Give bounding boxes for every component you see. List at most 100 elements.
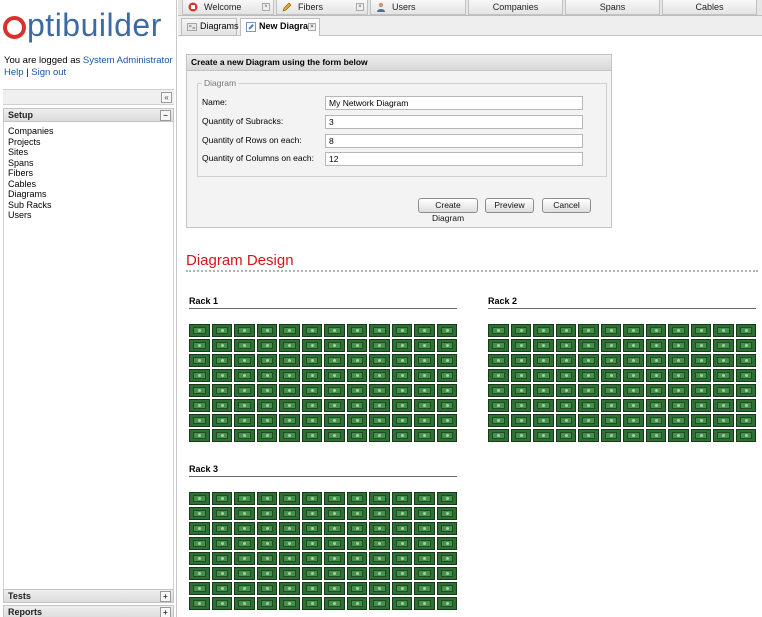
sidebar-item-sites[interactable]: Sites [8,147,173,158]
subrack-slot[interactable] [436,507,457,520]
subrack-slot[interactable] [234,354,255,367]
subrack-slot[interactable] [189,399,210,412]
subrack-slot[interactable] [279,429,300,442]
subrack-slot[interactable] [324,429,345,442]
subrack-slot[interactable] [189,552,210,565]
subrack-slot[interactable] [600,339,621,352]
subrack-slot[interactable] [211,399,232,412]
subrack-slot[interactable] [690,414,711,427]
subrack-slot[interactable] [488,369,509,382]
subrack-slot[interactable] [234,369,255,382]
subrack-slot[interactable] [414,354,435,367]
subrack-slot[interactable] [211,582,232,595]
subrack-slot[interactable] [211,414,232,427]
subrack-slot[interactable] [301,429,322,442]
subrack-slot[interactable] [668,384,689,397]
subrack-slot[interactable] [279,552,300,565]
sidebar-item-projects[interactable]: Projects [8,137,173,148]
subrack-slot[interactable] [555,339,576,352]
subrack-slot[interactable] [414,522,435,535]
subrack-slot[interactable] [346,492,367,505]
subrack-slot[interactable] [301,399,322,412]
subrack-slot[interactable] [189,414,210,427]
tab-spans[interactable]: Spans [565,0,660,15]
subrack-slot[interactable] [324,537,345,550]
subrack-slot[interactable] [533,354,554,367]
subrack-slot[interactable] [414,369,435,382]
subrack-slot[interactable] [436,429,457,442]
subrack-slot[interactable] [436,354,457,367]
subrack-slot[interactable] [414,384,435,397]
sidebar-item-spans[interactable]: Spans [8,158,173,169]
subrack-slot[interactable] [436,324,457,337]
subrack-slot[interactable] [346,537,367,550]
subrack-slot[interactable] [488,399,509,412]
subrack-slot[interactable] [369,552,390,565]
subrack-slot[interactable] [414,507,435,520]
subrack-slot[interactable] [645,339,666,352]
subrack-slot[interactable] [211,552,232,565]
subrack-slot[interactable] [735,339,756,352]
subrack-slot[interactable] [301,492,322,505]
subrack-slot[interactable] [436,414,457,427]
subrack-slot[interactable] [369,369,390,382]
subrack-slot[interactable] [436,369,457,382]
subrack-slot[interactable] [234,339,255,352]
subrack-slot[interactable] [189,567,210,580]
subrack-slot[interactable] [488,414,509,427]
subrack-slot[interactable] [623,414,644,427]
subrack-slot[interactable] [555,429,576,442]
subrack-slot[interactable] [369,492,390,505]
subrack-slot[interactable] [189,492,210,505]
subrack-slot[interactable] [256,522,277,535]
sidebar-item-fibers[interactable]: Fibers [8,168,173,179]
subrack-slot[interactable] [234,597,255,610]
subrack-slot[interactable] [234,507,255,520]
subrack-slot[interactable] [713,354,734,367]
subrack-slot[interactable] [578,354,599,367]
subtab-diagrams[interactable]: Diagrams [181,18,239,35]
subrack-slot[interactable] [324,324,345,337]
subrack-slot[interactable] [256,369,277,382]
subrack-slot[interactable] [623,324,644,337]
subrack-slot[interactable] [668,339,689,352]
subrack-slot[interactable] [713,324,734,337]
subrack-slot[interactable] [189,522,210,535]
subrack-slot[interactable] [211,354,232,367]
subrack-slot[interactable] [555,414,576,427]
subrack-slot[interactable] [256,507,277,520]
subrack-slot[interactable] [189,354,210,367]
subrack-slot[interactable] [211,507,232,520]
subrack-slot[interactable] [690,369,711,382]
subrack-slot[interactable] [369,567,390,580]
subrack-slot[interactable] [645,324,666,337]
subrack-slot[interactable] [324,414,345,427]
subrack-slot[interactable] [600,324,621,337]
subrack-slot[interactable] [301,507,322,520]
sidebar-item-cables[interactable]: Cables [8,179,173,190]
tab-companies[interactable]: Companies [468,0,563,15]
subrack-slot[interactable] [256,567,277,580]
subrack-slot[interactable] [555,369,576,382]
subrack-slot[interactable] [346,582,367,595]
subrack-slot[interactable] [324,507,345,520]
subrack-slot[interactable] [436,339,457,352]
subrack-slot[interactable] [256,414,277,427]
subrack-slot[interactable] [189,429,210,442]
subrack-slot[interactable] [436,399,457,412]
sidebar-item-diagrams[interactable]: Diagrams [8,189,173,200]
subrack-slot[interactable] [301,567,322,580]
subrack-slot[interactable] [578,399,599,412]
subrack-slot[interactable] [211,429,232,442]
accordion-tests-header[interactable]: Tests + [3,589,174,603]
subrack-slot[interactable] [234,537,255,550]
subrack-slot[interactable] [189,339,210,352]
subrack-slot[interactable] [600,399,621,412]
subrack-slot[interactable] [234,567,255,580]
close-icon[interactable]: × [356,3,364,11]
subrack-slot[interactable] [436,384,457,397]
subrack-slot[interactable] [713,429,734,442]
subrack-slot[interactable] [346,384,367,397]
subrack-slot[interactable] [391,399,412,412]
subrack-slot[interactable] [369,582,390,595]
